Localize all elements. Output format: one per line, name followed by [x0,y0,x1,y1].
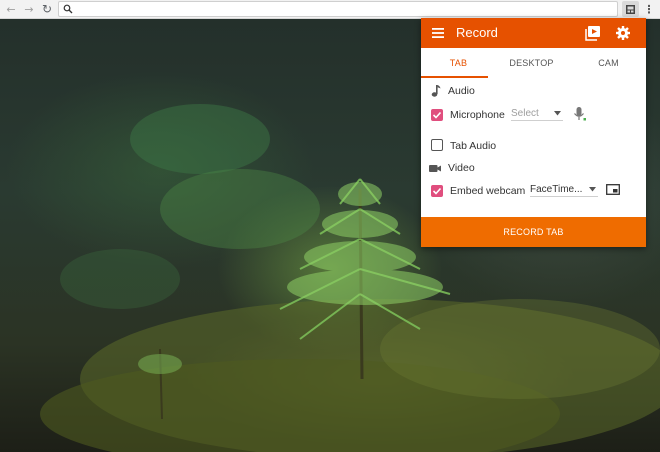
popup-header: Record [421,18,646,48]
video-heading: Video [448,162,475,174]
record-extension-icon [626,4,635,14]
videocam-icon [429,165,441,172]
microphone-select-value: Select [511,108,539,119]
tab-audio-label: Tab Audio [450,140,497,152]
check-icon [432,111,442,119]
microphone-level-icon [574,107,586,121]
tab-desktop[interactable]: DESKTOP [494,48,569,78]
webcam-select-value: FaceTime... [530,184,583,195]
picture-in-picture-icon[interactable] [606,184,620,195]
embed-webcam-label: Embed webcam [450,185,526,197]
microphone-select[interactable]: Select [511,107,563,121]
chevron-down-icon [554,111,561,116]
search-icon [63,4,73,14]
browser-menu-button[interactable]: ⋮ [643,2,655,16]
popup-title: Record [456,25,498,40]
embed-webcam-checkbox[interactable] [431,185,443,197]
hamburger-icon[interactable] [431,26,445,40]
gear-icon[interactable] [615,25,631,41]
audio-heading: Audio [448,85,475,97]
check-icon [432,187,442,195]
tab-audio-checkbox[interactable] [431,139,443,151]
arrow-left-icon: ← [6,2,16,16]
record-extension-button[interactable] [622,1,639,17]
arrow-right-icon: → [24,2,34,16]
reload-button[interactable]: ↻ [40,2,54,16]
chevron-down-icon [589,187,596,192]
mode-tabs: TAB DESKTOP CAM [421,48,646,78]
record-tab-button[interactable]: RECORD TAB [421,217,646,247]
address-input[interactable] [77,3,607,15]
browser-toolbar: ← → ↻ ⋮ [0,0,660,19]
video-library-icon[interactable] [585,25,601,41]
microphone-label: Microphone [450,109,505,121]
address-bar[interactable] [58,1,618,17]
more-vert-icon: ⋮ [643,2,655,16]
active-tab-indicator [421,76,488,78]
webcam-select[interactable]: FaceTime... [530,183,598,197]
music-note-icon [431,85,441,97]
forward-button[interactable]: → [22,2,36,16]
back-button[interactable]: ← [4,2,18,16]
tab-tab[interactable]: TAB [421,48,496,78]
record-popup: Record TAB DESKTOP CAM Audio Microphone … [421,18,646,247]
microphone-checkbox[interactable] [431,109,443,121]
tab-cam[interactable]: CAM [571,48,646,78]
reload-icon: ↻ [41,2,53,16]
